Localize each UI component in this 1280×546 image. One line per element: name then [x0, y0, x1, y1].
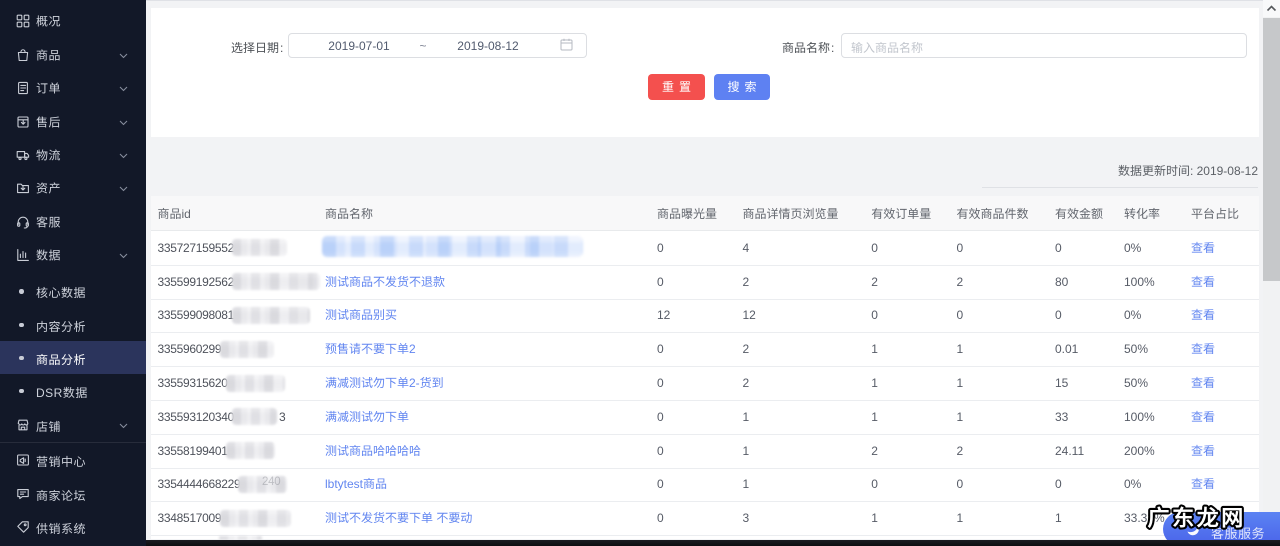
svg-text:广东龙网: 广东龙网	[1148, 501, 1246, 533]
